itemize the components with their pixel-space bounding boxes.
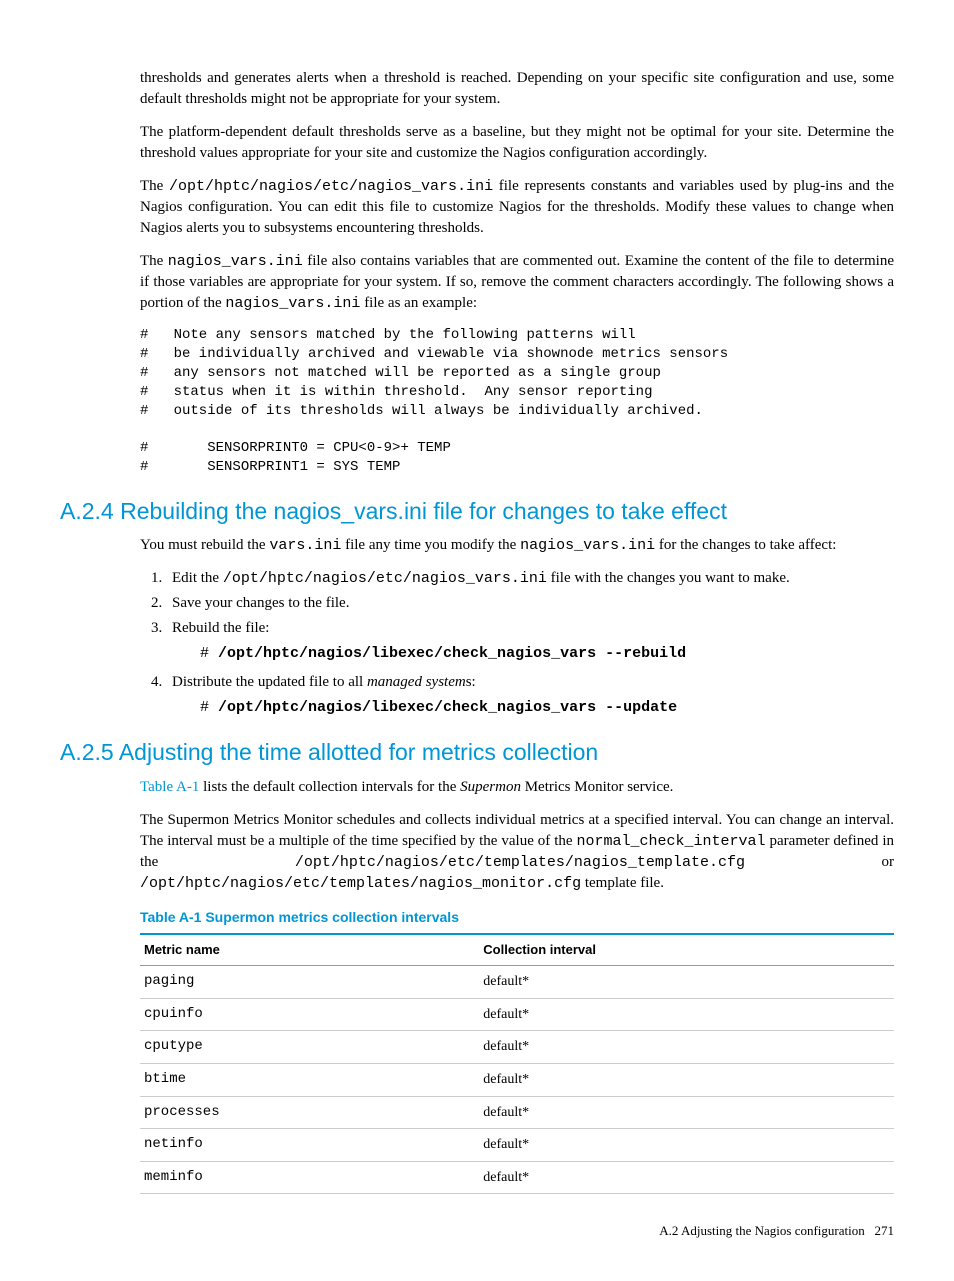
page-footer: A.2 Adjusting the Nagios configuration 2… (60, 1222, 894, 1240)
paragraph: You must rebuild the vars.ini file any t… (140, 535, 894, 556)
interval-cell: default* (479, 1161, 894, 1194)
paragraph: The platform-dependent default threshold… (140, 122, 894, 164)
metric-name-cell: processes (140, 1096, 479, 1129)
list-item: Distribute the updated file to all manag… (166, 672, 894, 718)
text: file with the changes you want to make. (547, 570, 790, 586)
paragraph: The Supermon Metrics Monitor schedules a… (140, 810, 894, 894)
table-row: meminfodefault* (140, 1161, 894, 1194)
interval-cell: default* (479, 1064, 894, 1097)
text: Edit the (172, 570, 223, 586)
text: lists the default collection intervals f… (199, 779, 460, 795)
interval-cell: default* (479, 966, 894, 999)
text: Distribute the updated file to all (172, 674, 367, 690)
list-item: Edit the /opt/hptc/nagios/etc/nagios_var… (166, 568, 894, 589)
metric-name-cell: cpuinfo (140, 998, 479, 1031)
table-header-interval: Collection interval (479, 934, 894, 966)
inline-code: /opt/hptc/nagios/etc/templates/nagios_te… (295, 854, 745, 871)
table-row: netinfodefault* (140, 1129, 894, 1162)
inline-code: nagios_vars.ini (225, 295, 360, 312)
text: template file. (581, 875, 664, 891)
prompt: # (200, 699, 218, 716)
list-item: Rebuild the file: # /opt/hptc/nagios/lib… (166, 618, 894, 664)
text: for the changes to take affect: (655, 537, 836, 553)
inline-code: /opt/hptc/nagios/etc/nagios_vars.ini (223, 570, 547, 587)
command: /opt/hptc/nagios/libexec/check_nagios_va… (218, 699, 677, 716)
inline-code: nagios_vars.ini (520, 537, 655, 554)
table-row: btimedefault* (140, 1064, 894, 1097)
text: file any time you modify the (341, 537, 520, 553)
command-line: # /opt/hptc/nagios/libexec/check_nagios_… (200, 643, 894, 664)
section-heading-a25: A.2.5 Adjusting the time allotted for me… (60, 736, 894, 768)
interval-cell: default* (479, 1096, 894, 1129)
prompt: # (200, 645, 218, 662)
command-line: # /opt/hptc/nagios/libexec/check_nagios_… (200, 697, 894, 718)
ordered-list: Edit the /opt/hptc/nagios/etc/nagios_var… (140, 568, 894, 718)
interval-cell: default* (479, 1129, 894, 1162)
inline-code: /opt/hptc/nagios/etc/templates/nagios_mo… (140, 875, 581, 892)
metric-name-cell: btime (140, 1064, 479, 1097)
italic-term: Supermon (460, 779, 521, 795)
metric-name-cell: cputype (140, 1031, 479, 1064)
footer-section: A.2 Adjusting the Nagios configuration (659, 1223, 864, 1238)
table-row: cpuinfodefault* (140, 998, 894, 1031)
table-row: cputypedefault* (140, 1031, 894, 1064)
text: The (140, 178, 169, 194)
paragraph: Table A-1 lists the default collection i… (140, 777, 894, 798)
metric-name-cell: paging (140, 966, 479, 999)
inline-code: normal_check_interval (577, 833, 766, 850)
table-reference-link[interactable]: Table A-1 (140, 779, 199, 795)
page-number: 271 (875, 1223, 895, 1238)
metrics-table: Metric name Collection interval pagingde… (140, 933, 894, 1194)
section-body: Table A-1 lists the default collection i… (140, 777, 894, 1195)
paragraph: The nagios_vars.ini file also contains v… (140, 251, 894, 314)
list-item: Save your changes to the file. (166, 593, 894, 614)
section-heading-a24: A.2.4 Rebuilding the nagios_vars.ini fil… (60, 495, 894, 527)
command: /opt/hptc/nagios/libexec/check_nagios_va… (218, 645, 686, 662)
section-body: You must rebuild the vars.ini file any t… (140, 535, 894, 718)
table-row: processesdefault* (140, 1096, 894, 1129)
text: s: (466, 674, 476, 690)
table-caption: Table A-1 Supermon metrics collection in… (140, 908, 894, 928)
table-header-metric: Metric name (140, 934, 479, 966)
text: Metrics Monitor service. (521, 779, 673, 795)
paragraph: thresholds and generates alerts when a t… (140, 68, 894, 110)
metric-name-cell: meminfo (140, 1161, 479, 1194)
paragraph: The /opt/hptc/nagios/etc/nagios_vars.ini… (140, 176, 894, 239)
text: or (745, 854, 894, 870)
inline-code: /opt/hptc/nagios/etc/nagios_vars.ini (169, 178, 493, 195)
interval-cell: default* (479, 1031, 894, 1064)
italic-term: managed system (367, 674, 466, 690)
code-block: # Note any sensors matched by the follow… (140, 326, 894, 477)
text: You must rebuild the (140, 537, 269, 553)
text: file as an example: (360, 295, 477, 311)
interval-cell: default* (479, 998, 894, 1031)
metric-name-cell: netinfo (140, 1129, 479, 1162)
table-row: pagingdefault* (140, 966, 894, 999)
body-text-block: thresholds and generates alerts when a t… (140, 68, 894, 477)
text: Rebuild the file: (172, 620, 269, 636)
text: The (140, 253, 168, 269)
inline-code: vars.ini (269, 537, 341, 554)
inline-code: nagios_vars.ini (168, 253, 303, 270)
